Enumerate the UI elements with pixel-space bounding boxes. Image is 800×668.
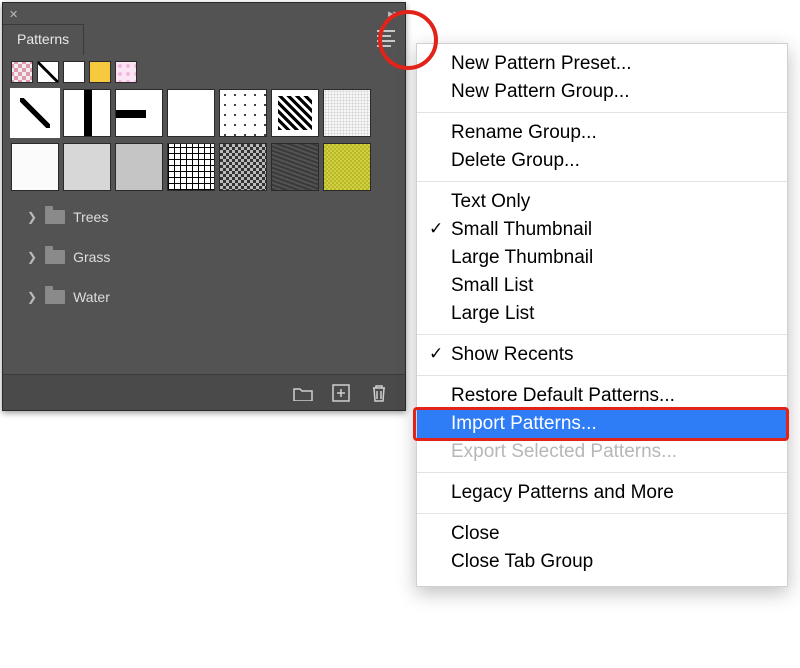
menu-separator: [417, 334, 787, 335]
pattern-thumb[interactable]: [63, 143, 111, 191]
pattern-thumb[interactable]: [167, 89, 215, 137]
menu-item[interactable]: Text Only: [417, 188, 787, 216]
recent-swatch[interactable]: [89, 61, 111, 83]
menu-item[interactable]: Restore Default Patterns...: [417, 382, 787, 410]
recent-swatch[interactable]: [115, 61, 137, 83]
flyout-menu: New Pattern Preset...New Pattern Group..…: [416, 43, 788, 587]
menu-item[interactable]: Close Tab Group: [417, 548, 787, 576]
menu-item[interactable]: New Pattern Group...: [417, 78, 787, 106]
thumbnails-row-2: [11, 143, 397, 191]
menu-separator: [417, 375, 787, 376]
panel-body: ❯ Trees ❯ Grass ❯ Water: [3, 55, 405, 323]
group-trees[interactable]: ❯ Trees: [11, 197, 397, 237]
menu-separator: [417, 181, 787, 182]
group-label: Grass: [73, 249, 110, 265]
pattern-thumb[interactable]: [271, 89, 319, 137]
folder-icon: [45, 210, 65, 224]
recent-swatch[interactable]: [63, 61, 85, 83]
menu-item[interactable]: Delete Group...: [417, 147, 787, 175]
pattern-thumb[interactable]: [323, 89, 371, 137]
menu-item[interactable]: Large Thumbnail: [417, 244, 787, 272]
chevron-right-icon: ❯: [27, 210, 37, 224]
pattern-thumb[interactable]: [323, 143, 371, 191]
pattern-thumb[interactable]: [219, 89, 267, 137]
menu-separator: [417, 112, 787, 113]
chevron-right-icon: ❯: [27, 250, 37, 264]
panel-header: ✕ ▸▸: [3, 3, 405, 25]
menu-item[interactable]: Legacy Patterns and More: [417, 479, 787, 507]
recents-row: [11, 61, 397, 83]
pattern-thumb[interactable]: [271, 143, 319, 191]
menu-item: Export Selected Patterns...: [417, 438, 787, 466]
menu-item[interactable]: Small Thumbnail: [417, 216, 787, 244]
tab-patterns[interactable]: Patterns: [3, 24, 84, 55]
pattern-thumb[interactable]: [167, 143, 215, 191]
menu-item[interactable]: Close: [417, 520, 787, 548]
pattern-thumb[interactable]: [115, 143, 163, 191]
collapse-icon[interactable]: ▸▸: [388, 7, 399, 20]
menu-item[interactable]: New Pattern Preset...: [417, 50, 787, 78]
menu-separator: [417, 472, 787, 473]
group-water[interactable]: ❯ Water: [11, 277, 397, 317]
new-pattern-button[interactable]: [331, 384, 351, 402]
recent-swatch[interactable]: [11, 61, 33, 83]
pattern-thumb[interactable]: [219, 143, 267, 191]
recent-swatch[interactable]: [37, 61, 59, 83]
menu-item[interactable]: Rename Group...: [417, 119, 787, 147]
flyout-menu-button[interactable]: [377, 29, 399, 47]
close-icon[interactable]: ✕: [9, 8, 18, 21]
pattern-thumb[interactable]: [11, 143, 59, 191]
group-grass[interactable]: ❯ Grass: [11, 237, 397, 277]
folder-icon: [45, 250, 65, 264]
panel-footer: [3, 374, 405, 410]
delete-button[interactable]: [369, 384, 389, 402]
menu-item[interactable]: Large List: [417, 300, 787, 328]
tab-row: Patterns: [3, 25, 405, 55]
folder-icon: [45, 290, 65, 304]
menu-separator: [417, 513, 787, 514]
pattern-thumb[interactable]: [11, 89, 59, 137]
group-label: Trees: [73, 209, 108, 225]
menu-item[interactable]: Show Recents: [417, 341, 787, 369]
chevron-right-icon: ❯: [27, 290, 37, 304]
menu-item[interactable]: Small List: [417, 272, 787, 300]
menu-item[interactable]: Import Patterns...: [417, 410, 787, 438]
pattern-thumb[interactable]: [115, 89, 163, 137]
pattern-thumb[interactable]: [63, 89, 111, 137]
group-label: Water: [73, 289, 110, 305]
new-group-button[interactable]: [293, 384, 313, 402]
thumbnails-row-1: [11, 89, 397, 137]
patterns-panel: ✕ ▸▸ Patterns: [2, 2, 406, 411]
